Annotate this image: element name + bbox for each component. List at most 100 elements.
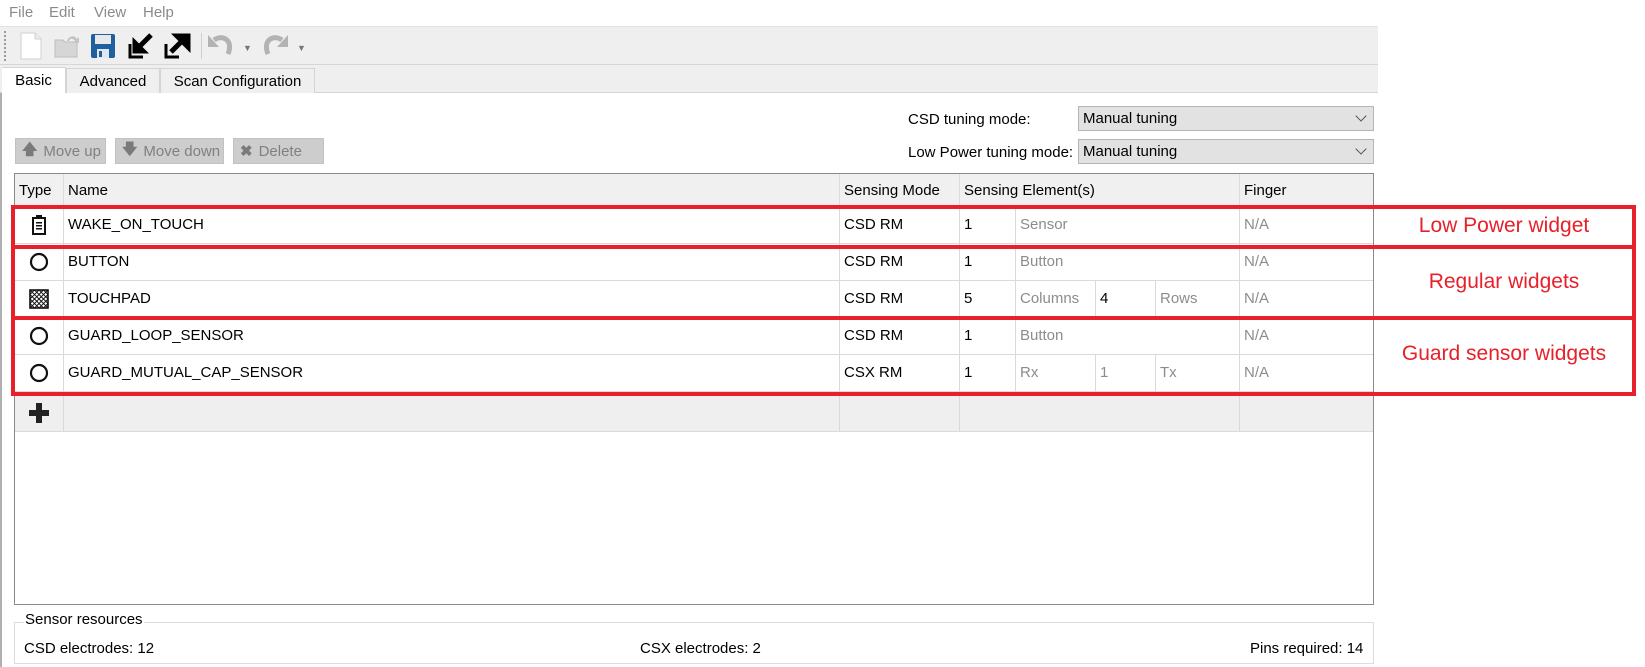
name-cell[interactable]: GUARD_MUTUAL_CAP_SENSOR <box>64 355 840 391</box>
touchpad-icon <box>29 289 49 309</box>
tab-bar: Basic Advanced Scan Configuration <box>0 65 1378 93</box>
table-row[interactable]: BUTTON CSD RM 1 Button N/A <box>15 244 1373 281</box>
menu-help[interactable]: Help <box>143 4 174 21</box>
export-button[interactable] <box>162 31 192 61</box>
window-left-edge <box>0 93 2 667</box>
annotation-label-guard: Guard sensor widgets <box>1401 342 1607 365</box>
chevron-down-icon <box>1355 143 1367 155</box>
redo-dropdown-icon[interactable]: ▼ <box>297 43 306 53</box>
table-row[interactable]: WAKE_ON_TOUCH CSD RM 1 Sensor N/A <box>15 207 1373 244</box>
tab-basic[interactable]: Basic <box>2 67 66 93</box>
menu-bar: File Edit View Help <box>0 0 1378 26</box>
plus-icon <box>29 403 49 423</box>
element-label-cell[interactable]: Columns <box>1016 281 1096 317</box>
header-finger-capacitance[interactable]: Finger Capacitance <box>1240 174 1373 232</box>
delete-label: Delete <box>258 142 302 160</box>
arrow-down-icon: 🡇 <box>122 140 138 158</box>
new-file-icon <box>20 32 42 60</box>
header-sensing-elements[interactable]: Sensing Element(s) <box>960 174 1240 207</box>
add-widget-button[interactable] <box>15 395 64 431</box>
element-label-cell[interactable]: Sensor <box>1016 207 1240 243</box>
sensing-mode-cell[interactable]: CSX RM <box>840 355 960 391</box>
add-widget-row[interactable] <box>15 395 1373 432</box>
header-name[interactable]: Name <box>64 174 840 207</box>
add-row-elements-cell <box>960 395 1240 431</box>
finger-capacitance-cell[interactable]: N/A <box>1240 207 1373 243</box>
delete-button[interactable]: ✖ Delete <box>233 138 324 164</box>
low-power-tuning-mode-select[interactable]: Manual tuning <box>1078 139 1374 164</box>
redo-icon <box>264 35 288 55</box>
element-count-cell[interactable]: 1 <box>960 244 1016 280</box>
element-count-cell[interactable]: 1 <box>960 207 1016 243</box>
finger-capacitance-cell[interactable]: N/A <box>1240 244 1373 280</box>
menu-edit[interactable]: Edit <box>49 4 75 21</box>
type-cell[interactable] <box>15 355 64 391</box>
circle-icon <box>29 363 49 383</box>
menu-view[interactable]: View <box>94 4 126 21</box>
table-row[interactable]: GUARD_LOOP_SENSOR CSD RM 1 Button N/A <box>15 318 1373 355</box>
tab-scan-configuration[interactable]: Scan Configuration <box>160 68 315 93</box>
redo-button[interactable] <box>260 31 290 61</box>
save-icon <box>91 34 115 58</box>
element-label-cell[interactable]: Rx <box>1016 355 1096 391</box>
element-label-cell[interactable]: Button <box>1016 244 1240 280</box>
type-cell[interactable] <box>15 207 64 243</box>
open-button[interactable] <box>52 31 82 61</box>
name-cell[interactable]: BUTTON <box>64 244 840 280</box>
csd-tuning-mode-value: Manual tuning <box>1083 110 1178 127</box>
import-icon <box>128 33 153 59</box>
element-label-cell[interactable]: Button <box>1016 318 1240 354</box>
element-count-cell[interactable]: 1 <box>960 355 1016 391</box>
name-cell[interactable]: GUARD_LOOP_SENSOR <box>64 318 840 354</box>
menu-file[interactable]: File <box>9 4 33 21</box>
type-cell[interactable] <box>15 281 64 317</box>
type-cell[interactable] <box>15 318 64 354</box>
element-count2-cell[interactable]: 1 <box>1096 355 1156 391</box>
undo-dropdown-icon[interactable]: ▼ <box>243 43 252 53</box>
new-button[interactable] <box>16 31 46 61</box>
toolbar-grip[interactable] <box>4 31 6 61</box>
finger-capacitance-cell[interactable]: N/A <box>1240 281 1373 317</box>
export-icon <box>164 33 191 59</box>
element-count-cell[interactable]: 1 <box>960 318 1016 354</box>
move-down-button[interactable]: 🡇 Move down <box>115 138 224 164</box>
name-cell[interactable]: WAKE_ON_TOUCH <box>64 207 840 243</box>
undo-icon <box>208 35 232 55</box>
sensing-mode-cell[interactable]: CSD RM <box>840 207 960 243</box>
header-type[interactable]: Type <box>15 174 64 207</box>
capsense-configurator-window: File Edit View Help ▼ ▼ Basic Advanced S… <box>0 0 1378 667</box>
tab-advanced[interactable]: Advanced <box>66 68 160 93</box>
arrow-up-icon: 🡅 <box>22 140 38 158</box>
sensing-mode-cell[interactable]: CSD RM <box>840 281 960 317</box>
import-button[interactable] <box>126 31 156 61</box>
battery-icon <box>32 215 46 235</box>
chevron-down-icon <box>1355 110 1367 122</box>
sensing-mode-cell[interactable]: CSD RM <box>840 318 960 354</box>
move-up-button[interactable]: 🡅 Move up <box>15 138 106 164</box>
sensor-resources-title: Sensor resources <box>24 611 144 628</box>
csx-electrodes-count: CSX electrodes: 2 <box>640 640 761 657</box>
table-row[interactable]: TOUCHPAD CSD RM 5 Columns 4 Rows N/A <box>15 281 1373 318</box>
save-button[interactable] <box>88 31 118 61</box>
sensing-mode-cell[interactable]: CSD RM <box>840 244 960 280</box>
type-cell[interactable] <box>15 244 64 280</box>
element-count-cell[interactable]: 5 <box>960 281 1016 317</box>
element-count2-cell[interactable]: 4 <box>1096 281 1156 317</box>
annotation-label-low-power: Low Power widget <box>1418 214 1590 237</box>
low-power-tuning-mode-value: Manual tuning <box>1083 143 1178 160</box>
pins-required-count: Pins required: 14 <box>1250 640 1364 657</box>
toolbar-separator <box>201 33 202 59</box>
name-cell[interactable]: TOUCHPAD <box>64 281 840 317</box>
table-row[interactable]: GUARD_MUTUAL_CAP_SENSOR CSX RM 1 Rx 1 Tx N/A <box>15 355 1373 392</box>
element-label2-cell[interactable]: Rows <box>1156 281 1240 317</box>
annotation-label-regular: Regular widgets <box>1428 270 1580 293</box>
finger-capacitance-cell[interactable]: N/A <box>1240 355 1373 391</box>
undo-button[interactable] <box>206 31 236 61</box>
move-down-label: Move down <box>143 142 221 160</box>
finger-capacitance-cell[interactable]: N/A <box>1240 318 1373 354</box>
header-sensing-mode[interactable]: Sensing Mode <box>840 174 960 207</box>
csd-electrodes-count: CSD electrodes: 12 <box>24 640 155 657</box>
csd-tuning-mode-select[interactable]: Manual tuning <box>1078 106 1374 131</box>
element-label2-cell[interactable]: Tx <box>1156 355 1240 391</box>
delete-x-icon: ✖ <box>240 143 253 160</box>
